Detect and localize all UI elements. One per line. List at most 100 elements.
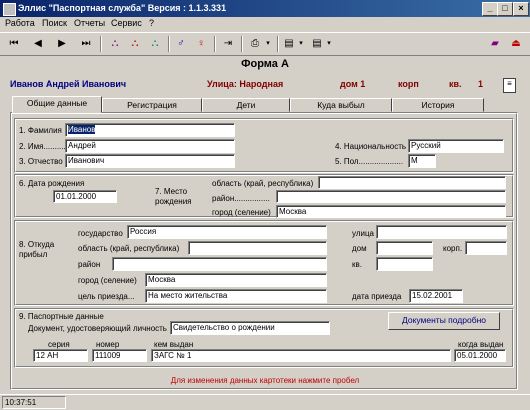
birth-date-field[interactable]: 01.01.2000 — [53, 190, 117, 203]
status-bar: 10:37:51 — [0, 394, 530, 410]
arrival-city-field[interactable]: Москва — [145, 273, 327, 287]
arrival-city-label: город (селение) — [78, 276, 137, 285]
name-label: 2. Имя.......... — [19, 142, 66, 151]
surname-field[interactable]: Иванов — [65, 123, 235, 137]
printer-dropdown-icon[interactable]: ▾ — [264, 36, 272, 51]
passport-label: 9. Паспортные данные — [19, 312, 104, 321]
person-name: Иванов Андрей Иванович — [10, 79, 127, 89]
passport-doc-label: Документ, удостоверяющий личность — [28, 324, 167, 333]
arrival-korp-label: корп. — [443, 244, 463, 253]
maximize-button[interactable]: □ — [497, 2, 513, 16]
document-dropdown-icon[interactable]: ▾ — [297, 36, 305, 51]
birth-region-label: область (край, республика) — [212, 179, 314, 188]
sex-field[interactable]: М — [408, 154, 436, 168]
toolbar: ⏮ ◀ ▶ ⏭ ⛬ ⛬ ⛬ ♂ ♀ ⇥ ⎙ ▾ ▤ ▾ ▤ ▾ ▰ ⏏ — [0, 32, 530, 56]
close-button[interactable]: × — [513, 2, 529, 16]
arrival-region-field[interactable] — [188, 241, 327, 255]
document-red-dropdown-icon[interactable]: ▾ — [325, 36, 333, 51]
arrival-country-label: государство — [78, 229, 123, 238]
prev-record-icon[interactable]: ◀ — [30, 36, 46, 51]
arrival-purpose-field[interactable]: На место жительства — [145, 289, 327, 303]
arrival-kv-label: кв. — [352, 260, 362, 269]
document-edit-icon[interactable]: ▤ — [282, 36, 296, 51]
form-title: Форма А — [241, 58, 289, 70]
first-record-icon[interactable]: ⏮ — [6, 36, 22, 51]
arrival-region-label: область (край, республика) — [78, 244, 180, 253]
exit-door-icon[interactable]: ⇥ — [220, 36, 236, 51]
users-teal-icon[interactable]: ⛬ — [146, 36, 164, 51]
document-icon[interactable]: ≡ — [503, 78, 516, 93]
arrival-date-field[interactable]: 15.02.2001 — [409, 289, 463, 303]
address-street: Улица: Народная — [207, 79, 284, 89]
documents-details-button[interactable]: Документы подробно — [388, 312, 500, 330]
users-red-icon[interactable]: ⛬ — [126, 36, 144, 51]
address-house: дом 1 — [340, 79, 366, 89]
arrival-street-label: улица — [352, 229, 374, 238]
tab-history[interactable]: История — [392, 98, 484, 112]
sex-label: 5. Пол.................... — [335, 157, 404, 166]
address-kv: кв. — [449, 79, 462, 89]
series-label: серия — [48, 340, 70, 349]
arrival-house-field[interactable] — [376, 241, 433, 255]
arrival-kv-field[interactable] — [376, 257, 433, 271]
tab-general[interactable]: Общие данные — [12, 96, 102, 113]
birth-place-label: 7. Место рождения — [155, 187, 192, 206]
address-korp: корп — [398, 79, 419, 89]
arrival-country-field[interactable]: Россия — [127, 225, 327, 239]
users-purple-icon[interactable]: ⛬ — [106, 36, 124, 51]
arrival-house-label: дом — [352, 244, 367, 253]
patronymic-field[interactable]: Иванович — [65, 154, 235, 168]
status-time: 10:37:51 — [2, 396, 66, 409]
address-kv-value: 1 — [478, 79, 484, 89]
title-bar: Эллис "Паспортная служба" Версия : 1.1.3… — [0, 0, 530, 17]
tab-departure[interactable]: Куда выбыл — [290, 98, 392, 112]
arrival-street-field[interactable] — [376, 225, 507, 239]
birth-region-field[interactable] — [318, 176, 506, 189]
app-icon — [3, 3, 16, 16]
name-field[interactable]: Андрей — [65, 139, 235, 153]
birth-city-field[interactable]: Москва — [276, 205, 506, 218]
series-field[interactable]: 12 АН — [33, 349, 88, 362]
passport-doc-field[interactable]: Свидетельство о рождении — [170, 321, 330, 335]
issuer-label: кем выдан — [154, 340, 194, 349]
issued-label: когда выдан — [458, 340, 504, 349]
tab-registration[interactable]: Регистрация — [102, 98, 202, 112]
book-icon[interactable]: ▰ — [487, 36, 503, 51]
app-window: Эллис "Паспортная служба" Версия : 1.1.3… — [0, 0, 530, 409]
arrival-korp-field[interactable] — [465, 241, 507, 255]
person-female-icon[interactable]: ♀ — [194, 36, 208, 51]
arrival-label: 8. Откуда прибыл — [19, 240, 55, 259]
exit-icon[interactable]: ⏏ — [508, 36, 524, 51]
number-field[interactable]: 111009 — [92, 349, 147, 362]
arrival-date-label: дата приезда — [352, 292, 402, 301]
last-record-icon[interactable]: ⏭ — [78, 36, 94, 51]
arrival-purpose-label: цель приезда... — [78, 292, 135, 301]
birth-district-label: район................ — [212, 194, 270, 203]
minimize-button[interactable]: _ — [482, 2, 498, 16]
tab-children[interactable]: Дети — [202, 98, 290, 112]
menu-item-search[interactable]: Поиск — [42, 18, 67, 28]
issuer-field[interactable]: ЗАГС № 1 — [151, 349, 451, 362]
next-record-icon[interactable]: ▶ — [54, 36, 70, 51]
printer-icon[interactable]: ⎙ — [247, 36, 263, 51]
number-label: номер — [96, 340, 120, 349]
menu-item-reports[interactable]: Отчеты — [74, 18, 105, 28]
birth-date-label: 6. Дата рождения — [19, 179, 85, 188]
patronymic-label: 3. Отчество — [19, 157, 63, 166]
menu-item-help[interactable]: ? — [149, 18, 154, 28]
nationality-label: 4. Национальность — [335, 142, 407, 151]
menu-item-service[interactable]: Сервис — [111, 18, 142, 28]
arrival-district-field[interactable] — [112, 257, 327, 271]
menu-bar: Работа Поиск Отчеты Сервис ? — [0, 17, 530, 31]
menu-item-work[interactable]: Работа — [5, 18, 35, 28]
birth-city-label: город (селение) — [212, 208, 271, 217]
surname-label: 1. Фамилия — [19, 126, 62, 135]
issued-field[interactable]: 05.01.2000 — [454, 349, 506, 362]
birth-district-field[interactable] — [276, 190, 506, 203]
person-male-icon[interactable]: ♂ — [174, 36, 188, 51]
document-red-icon[interactable]: ▤ — [310, 36, 324, 51]
edit-hint: Для изменения данных картотеки нажмите п… — [170, 376, 360, 385]
arrival-district-label: район — [78, 260, 101, 269]
window-title: Эллис "Паспортная служба" Версия : 1.1.3… — [18, 3, 227, 13]
nationality-field[interactable]: Русский — [408, 139, 504, 153]
